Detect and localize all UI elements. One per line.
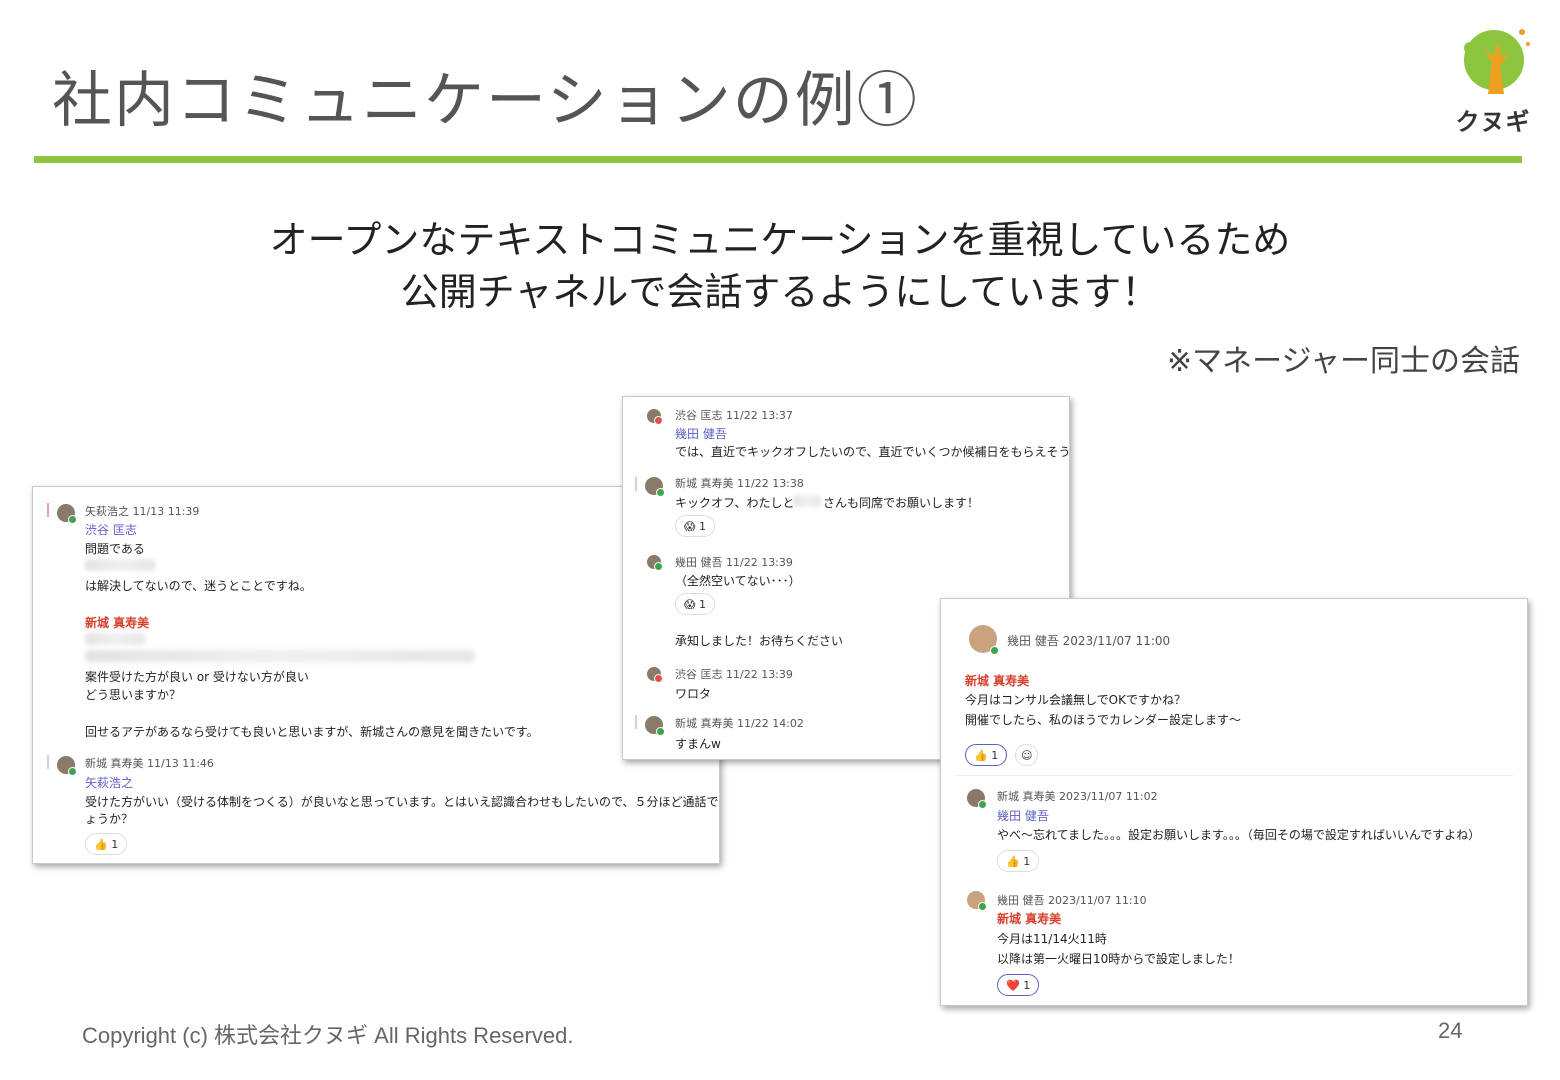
avatar xyxy=(647,667,663,683)
reaction-button[interactable]: 👍 1 xyxy=(85,833,128,855)
add-reaction-icon[interactable]: ☺ xyxy=(1015,744,1039,766)
headline-line-1: オープンなテキストコミュニケーションを重視しているため xyxy=(269,218,1291,262)
avatar xyxy=(57,756,77,776)
message-meta: 新城 真寿美 11/22 14:02 xyxy=(675,717,804,730)
mention[interactable]: 幾田 健吾 xyxy=(997,807,1049,824)
reaction-button[interactable]: 👍 1 xyxy=(965,744,1008,766)
message-line: では、直近でキックオフしたいので、直近でいくつか候補日をもらえそうですか？ xyxy=(675,445,1070,459)
divider xyxy=(957,775,1513,776)
copyright-footer: Copyright (c) 株式会社クヌギ All Rights Reserve… xyxy=(82,1023,574,1048)
blurred-text xyxy=(85,559,155,571)
message-line: 今月は11/14火11時 xyxy=(997,932,1107,946)
message-meta: 渋谷 匡志 11/22 13:37 xyxy=(675,409,793,422)
blurred-text xyxy=(85,633,145,645)
avatar xyxy=(645,716,665,736)
company-logo: クヌギ xyxy=(1448,22,1538,136)
message-line: やべ〜忘れてました。。。設定お願いします。。。（毎回その場で設定すればいいんです… xyxy=(997,828,1481,842)
avatar xyxy=(647,409,663,425)
page-number: 24 xyxy=(1438,1018,1463,1043)
message-line: は解決してないので、迷うとことですね。 xyxy=(85,579,312,593)
message-line: ょうか？ xyxy=(85,812,134,826)
thread-bar xyxy=(635,715,637,729)
mention[interactable]: 新城 真寿美 xyxy=(85,614,149,631)
mention[interactable]: 渋谷 匡志 xyxy=(85,521,137,538)
message-meta: 新城 真寿美 2023/11/07 11:02 xyxy=(997,790,1158,803)
message-meta: 幾田 健吾 2023/11/07 11:10 xyxy=(997,894,1147,907)
blurred-text xyxy=(793,495,821,507)
mention[interactable]: 幾田 健吾 xyxy=(675,425,727,442)
mention[interactable]: 新城 真寿美 xyxy=(965,672,1029,689)
message-line: 今月はコンサル会議無しでOKですかね？ xyxy=(965,693,1186,707)
title-rule xyxy=(34,156,1522,163)
headline-line-2: 公開チャネルで会話するようにしています！ xyxy=(400,270,1160,314)
message-line: 回せるアテがあるなら受けても良いと思いますが、新城さんの意見を聞きたいです。 xyxy=(85,725,539,739)
mention[interactable]: 新城 真寿美 xyxy=(997,910,1061,927)
chat-panel-right: 幾田 健吾 2023/11/07 11:00 新城 真寿美 今月はコンサル会議無… xyxy=(940,598,1528,1006)
message-line: キックオフ、わたしと xyxy=(675,496,795,510)
avatar xyxy=(57,504,77,524)
thread-bar xyxy=(47,755,49,769)
mention[interactable]: 矢萩浩之 xyxy=(85,774,133,791)
thread-bar xyxy=(47,503,49,517)
message-meta: 矢萩浩之 11/13 11:39 xyxy=(85,505,200,518)
chat-panel-left: 矢萩浩之 11/13 11:39 渋谷 匡志 問題である は解決してないので、迷… xyxy=(32,486,720,864)
message-line: 案件受けた方が良い or 受けない方が良い xyxy=(85,670,309,684)
reaction-button[interactable]: 😱 1 xyxy=(675,515,715,537)
message-line: ワロタ xyxy=(675,687,712,701)
slide-title: 社内コミュニケーションの例① xyxy=(52,66,919,136)
message-meta: 幾田 健吾 2023/11/07 11:00 xyxy=(1007,634,1171,648)
message-line: さんも同席でお願いします！ xyxy=(823,496,980,510)
avatar xyxy=(969,625,999,655)
message-line: すまんw xyxy=(675,737,721,751)
message-line: どう思いますか？ xyxy=(85,688,182,702)
avatar xyxy=(967,789,987,809)
avatar xyxy=(647,555,663,571)
message-meta: 幾田 健吾 11/22 13:39 xyxy=(675,556,793,569)
message-line: 以降は第一火曜日10時からで設定しました！ xyxy=(997,952,1240,966)
message-line: 承知しました！お待ちください xyxy=(675,634,844,648)
message-line: 開催でしたら、私のほうでカレンダー設定します〜 xyxy=(965,713,1242,727)
message-meta: 新城 真寿美 11/13 11:46 xyxy=(85,757,214,770)
thread-bar xyxy=(635,477,637,491)
logo-text: クヌギ xyxy=(1455,108,1531,136)
message-meta: 新城 真寿美 11/22 13:38 xyxy=(675,477,804,490)
avatar xyxy=(645,477,665,497)
reaction-button[interactable]: 👍 1 xyxy=(997,850,1040,872)
headline: オープンなテキストコミュニケーションを重視しているため 公開チャネルで会話するよ… xyxy=(0,214,1560,318)
message-line: （全然空いてない･･･） xyxy=(675,574,801,588)
note: ※マネージャー同士の会話 xyxy=(1166,344,1520,379)
tree-icon xyxy=(1464,29,1530,94)
message-meta: 渋谷 匡志 11/22 13:39 xyxy=(675,668,793,681)
blurred-text xyxy=(85,650,475,662)
reaction-button[interactable]: ❤️ 1 xyxy=(997,974,1040,996)
message-line: 問題である xyxy=(85,542,145,556)
message-line: 受けた方がいい（受ける体制をつくる）が良いなと思っています。とはいえ認識合わせも… xyxy=(85,795,720,809)
avatar xyxy=(967,891,987,911)
reaction-button[interactable]: 😱 1 xyxy=(675,593,715,615)
